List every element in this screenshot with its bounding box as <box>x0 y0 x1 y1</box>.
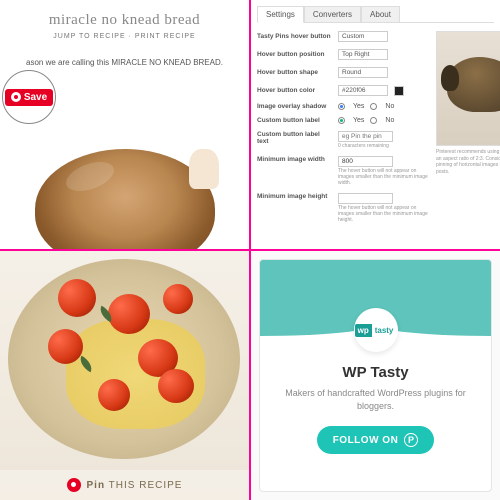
input-min-width[interactable] <box>338 156 393 167</box>
radio-shadow-no[interactable] <box>370 103 377 110</box>
radio-shadow-yes[interactable] <box>338 103 345 110</box>
pinterest-icon <box>11 92 21 102</box>
pinterest-save-button[interactable]: Save <box>5 89 53 106</box>
label-position: Hover button position <box>257 51 332 58</box>
pin-this-recipe-button[interactable]: Pin THIS RECIPE <box>0 470 249 500</box>
popup-description: Makers of handcrafted WordPress plugins … <box>260 387 491 412</box>
label-custom-label: Custom button label <box>257 117 332 124</box>
hand-image <box>189 149 219 189</box>
color-swatch[interactable] <box>394 86 404 96</box>
label-color: Hover button color <box>257 87 332 94</box>
tabs: Settings Converters About <box>257 6 494 23</box>
bread-image <box>35 149 215 249</box>
help-min-height: The hover button will not appear on imag… <box>338 205 428 223</box>
quadrant-recipe-header: miracle no knead bread JUMP TO RECIPE · … <box>0 0 249 249</box>
popup-title: WP Tasty <box>260 364 491 381</box>
input-min-height[interactable] <box>338 193 393 204</box>
tab-about[interactable]: About <box>361 6 400 22</box>
follow-popup: ✕ wptasty WP Tasty Makers of handcrafted… <box>259 259 492 492</box>
pinterest-icon <box>67 478 81 492</box>
tab-settings[interactable]: Settings <box>257 6 304 23</box>
quadrant-pasta-pin: Pin THIS RECIPE <box>0 251 249 500</box>
tab-converters[interactable]: Converters <box>304 6 361 22</box>
label-shadow: Image overlay shadow <box>257 103 332 110</box>
recipe-description: ason we are calling this MIRACLE NO KNEA… <box>0 58 249 67</box>
pinterest-icon: P <box>404 433 418 447</box>
quadrant-settings-panel: Settings Converters About Tasty Pins hov… <box>251 0 500 249</box>
save-highlight-circle: Save <box>2 70 56 124</box>
pin-bar-text: Pin THIS RECIPE <box>87 480 183 491</box>
follow-on-pinterest-button[interactable]: FOLLOW ON P <box>317 426 435 454</box>
select-hover-button[interactable]: Custom <box>338 31 388 42</box>
preview-help-text: Pinterest recommends using images with a… <box>436 149 500 175</box>
radio-custom-no[interactable] <box>370 117 377 124</box>
radio-custom-yes[interactable] <box>338 117 345 124</box>
label-min-width: Minimum image width <box>257 156 332 163</box>
recipe-subtitle[interactable]: JUMP TO RECIPE · PRINT RECIPE <box>0 33 249 40</box>
dog-image <box>447 57 500 112</box>
select-shape[interactable]: Round <box>338 67 388 78</box>
quadrant-popup: ✕ wptasty WP Tasty Makers of handcrafted… <box>251 251 500 500</box>
preview-column: P Pinterest recommends using images with… <box>436 31 500 230</box>
input-label-text[interactable] <box>338 131 393 142</box>
wp-tasty-logo: wptasty <box>354 308 398 352</box>
pasta-plate-image <box>8 259 240 459</box>
select-position[interactable]: Top Right <box>338 49 388 60</box>
follow-label: FOLLOW ON <box>333 435 399 446</box>
label-hover-button: Tasty Pins hover button <box>257 33 332 40</box>
save-label: Save <box>24 92 47 103</box>
recipe-title: miracle no knead bread <box>0 12 249 29</box>
input-color[interactable]: #220f06 <box>338 85 388 96</box>
settings-form: Tasty Pins hover button Custom Hover but… <box>257 31 428 230</box>
help-min-width: The hover button will not appear on imag… <box>338 168 428 186</box>
label-shape: Hover button shape <box>257 69 332 76</box>
preview-image: P <box>436 31 500 146</box>
label-min-height: Minimum image height <box>257 193 332 200</box>
help-label-text: 0 characters remaining <box>338 143 393 149</box>
label-label-text: Custom button label text <box>257 131 332 145</box>
